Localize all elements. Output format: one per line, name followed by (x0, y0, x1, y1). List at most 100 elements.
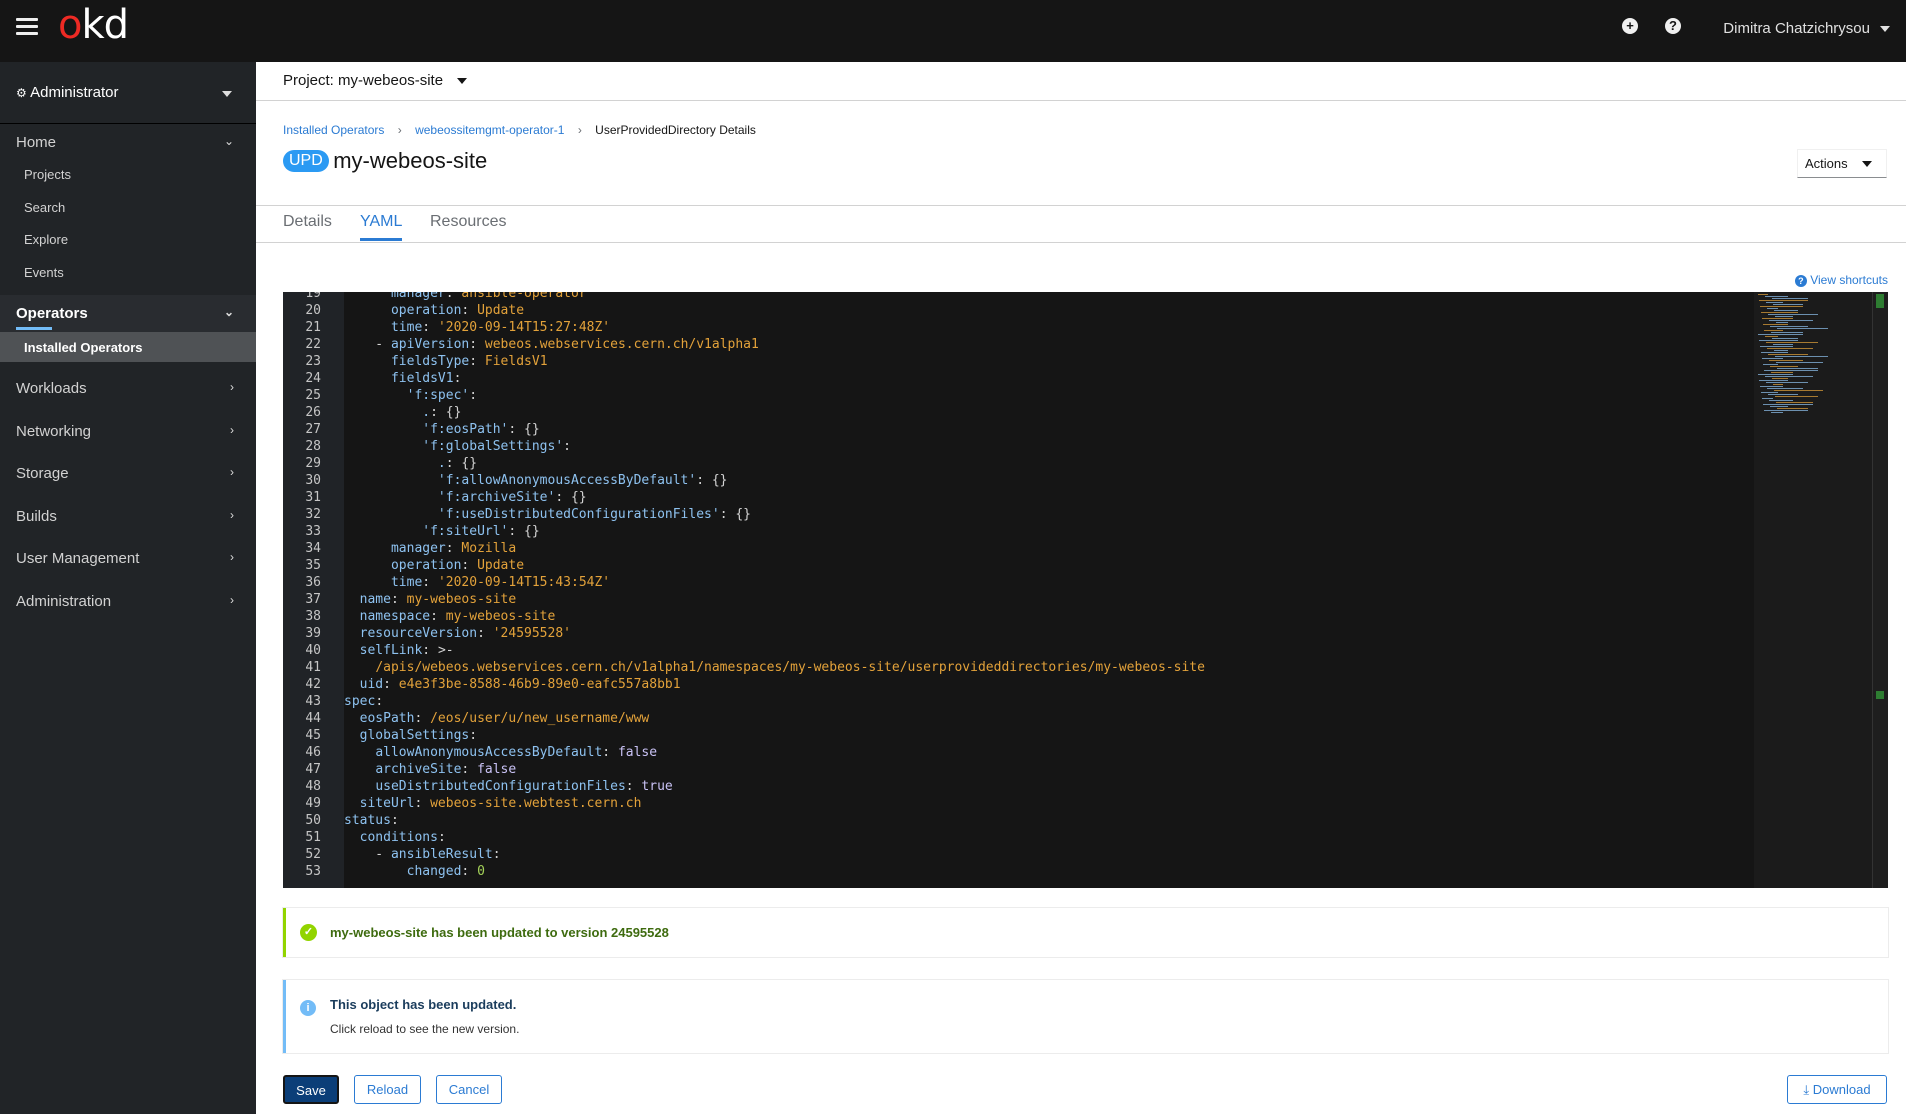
active-indicator (16, 327, 52, 330)
minimap-line (1765, 336, 1778, 337)
download-button[interactable]: ⤓ Download (1787, 1075, 1887, 1104)
code-line[interactable]: 34 manager: Mozilla (283, 540, 1888, 557)
sidebar-item-user-management[interactable]: User Management › (16, 550, 234, 567)
minimap-line (1767, 388, 1803, 389)
minimap-line (1769, 400, 1793, 401)
code-line[interactable]: 42 uid: e4e3f3be-8588-46b9-89e0-eafc557a… (283, 676, 1888, 693)
code-line[interactable]: 21 time: '2020-09-14T15:27:48Z' (283, 319, 1888, 336)
perspective-switcher[interactable]: ⚙ Administrator (16, 84, 234, 101)
minimap-line (1762, 318, 1793, 319)
line-code: 'f:siteUrl': {} (344, 523, 539, 540)
tab-details[interactable]: Details (283, 213, 332, 231)
code-line[interactable]: 23 fieldsType: FieldsV1 (283, 353, 1888, 370)
sidebar-item-builds[interactable]: Builds › (16, 508, 234, 525)
code-line[interactable]: 48 useDistributedConfigurationFiles: tru… (283, 778, 1888, 795)
minimap-line (1770, 406, 1788, 407)
yaml-token: e4e3f3be-8588-46b9-89e0-eafc557a8bb1 (398, 677, 681, 692)
code-lines[interactable]: 19 manager: ansible-operator 20 operation… (283, 292, 1888, 880)
code-line[interactable]: 31 'f:archiveSite': {} (283, 489, 1888, 506)
minimap-line (1762, 358, 1783, 359)
code-line[interactable]: 46 allowAnonymousAccessByDefault: false (283, 744, 1888, 761)
yaml-token: . (437, 456, 446, 471)
tab-resources[interactable]: Resources (430, 213, 506, 231)
cancel-button[interactable]: Cancel (436, 1075, 502, 1104)
code-line[interactable]: 28 'f:globalSettings': (283, 438, 1888, 455)
minimap-line (1766, 382, 1808, 383)
sidebar-item-workloads[interactable]: Workloads › (16, 380, 234, 397)
code-line[interactable]: 39 resourceVersion: '24595528' (283, 625, 1888, 642)
sidebar-item-explore[interactable]: Explore (24, 232, 68, 247)
code-line[interactable]: 52 - ansibleResult: (283, 846, 1888, 863)
yaml-token: : (461, 303, 478, 318)
code-line[interactable]: 20 operation: Update (283, 302, 1888, 319)
yaml-token (344, 609, 360, 624)
code-line[interactable]: 45 globalSettings: (283, 727, 1888, 744)
code-line[interactable]: 40 selfLink: >- (283, 642, 1888, 659)
breadcrumb-operator[interactable]: webeossitemgmt-operator-1 (415, 123, 564, 137)
yaml-token: : (445, 292, 462, 301)
hamburger-icon[interactable] (16, 18, 38, 36)
scroll-marker (1876, 691, 1884, 699)
code-line[interactable]: 27 'f:eosPath': {} (283, 421, 1888, 438)
code-line[interactable]: 38 namespace: my-webeos-site (283, 608, 1888, 625)
user-menu[interactable]: Dimitra Chatzichrysou (1723, 20, 1890, 37)
code-line[interactable]: 30 'f:allowAnonymousAccessByDefault': {} (283, 472, 1888, 489)
code-line[interactable]: 47 archiveSite: false (283, 761, 1888, 778)
code-line[interactable]: 44 eosPath: /eos/user/u/new_username/www (283, 710, 1888, 727)
project-selector[interactable]: Project: my-webeos-site (283, 72, 468, 89)
okd-logo[interactable]: okd (58, 2, 129, 48)
editor-scrollbar[interactable] (1872, 292, 1888, 888)
yaml-token (344, 864, 407, 879)
sidebar-item-installed-operators[interactable]: Installed Operators (0, 332, 256, 362)
sidebar-item-administration[interactable]: Administration › (16, 593, 234, 610)
code-line[interactable]: 24 fieldsV1: (283, 370, 1888, 387)
save-button[interactable]: Save (283, 1075, 339, 1104)
sidebar-item-storage[interactable]: Storage › (16, 465, 234, 482)
yaml-editor[interactable]: 19 manager: ansible-operator 20 operation… (283, 292, 1888, 888)
yaml-token: ansibleResult (390, 847, 493, 862)
sidebar-item-networking[interactable]: Networking › (16, 423, 234, 440)
yaml-token: spec (344, 694, 376, 709)
code-line[interactable]: 25 'f:spec': (283, 387, 1888, 404)
minimap[interactable] (1754, 292, 1872, 888)
actions-dropdown[interactable]: Actions (1797, 149, 1887, 178)
view-shortcuts-link[interactable]: ? View shortcuts (1794, 273, 1888, 287)
line-code: uid: e4e3f3be-8588-46b9-89e0-eafc557a8bb… (344, 676, 681, 693)
question-circle-icon[interactable]: ? (1665, 18, 1681, 34)
code-line[interactable]: 26 .: {} (283, 404, 1888, 421)
code-line[interactable]: 35 operation: Update (283, 557, 1888, 574)
code-line[interactable]: 36 time: '2020-09-14T15:43:54Z' (283, 574, 1888, 591)
yaml-token: 0 (477, 864, 485, 879)
code-line[interactable]: 37 name: my-webeos-site (283, 591, 1888, 608)
tab-yaml[interactable]: YAML (360, 213, 403, 241)
yaml-token: : (430, 405, 446, 420)
reload-button[interactable]: Reload (354, 1075, 421, 1104)
breadcrumb-installed-operators[interactable]: Installed Operators (283, 123, 384, 137)
sidebar-item-operators[interactable]: Operators ⌄ (16, 305, 234, 322)
code-line[interactable]: 33 'f:siteUrl': {} (283, 523, 1888, 540)
line-code: eosPath: /eos/user/u/new_username/www (344, 710, 650, 727)
line-code: 'f:eosPath': {} (344, 421, 539, 438)
code-line[interactable]: 19 manager: ansible-operator (283, 292, 1888, 302)
line-number: 31 (305, 490, 321, 505)
code-line[interactable]: 32 'f:useDistributedConfigurationFiles':… (283, 506, 1888, 523)
code-line[interactable]: 51 conditions: (283, 829, 1888, 846)
code-line[interactable]: 22 - apiVersion: webeos.webservices.cern… (283, 336, 1888, 353)
caret-down-icon (1880, 26, 1890, 33)
code-line[interactable]: 53 changed: 0 (283, 863, 1888, 880)
sidebar-item-events[interactable]: Events (24, 265, 64, 280)
yaml-token: : (445, 541, 462, 556)
yaml-token: uid (359, 677, 384, 692)
minimap-line (1775, 316, 1793, 317)
yaml-token (344, 292, 391, 301)
code-line[interactable]: 29 .: {} (283, 455, 1888, 472)
sidebar-item-projects[interactable]: Projects (24, 167, 71, 182)
code-line[interactable]: 49 siteUrl: webeos-site.webtest.cern.ch (283, 795, 1888, 812)
sidebar-item-search[interactable]: Search (24, 200, 65, 215)
plus-circle-icon[interactable]: + (1622, 18, 1638, 34)
minimap-line (1760, 386, 1783, 387)
code-line[interactable]: 41 /apis/webeos.webservices.cern.ch/v1al… (283, 659, 1888, 676)
sidebar-item-home[interactable]: Home ⌄ (16, 134, 234, 151)
code-line[interactable]: 43 spec: (283, 693, 1888, 710)
code-line[interactable]: 50 status: (283, 812, 1888, 829)
